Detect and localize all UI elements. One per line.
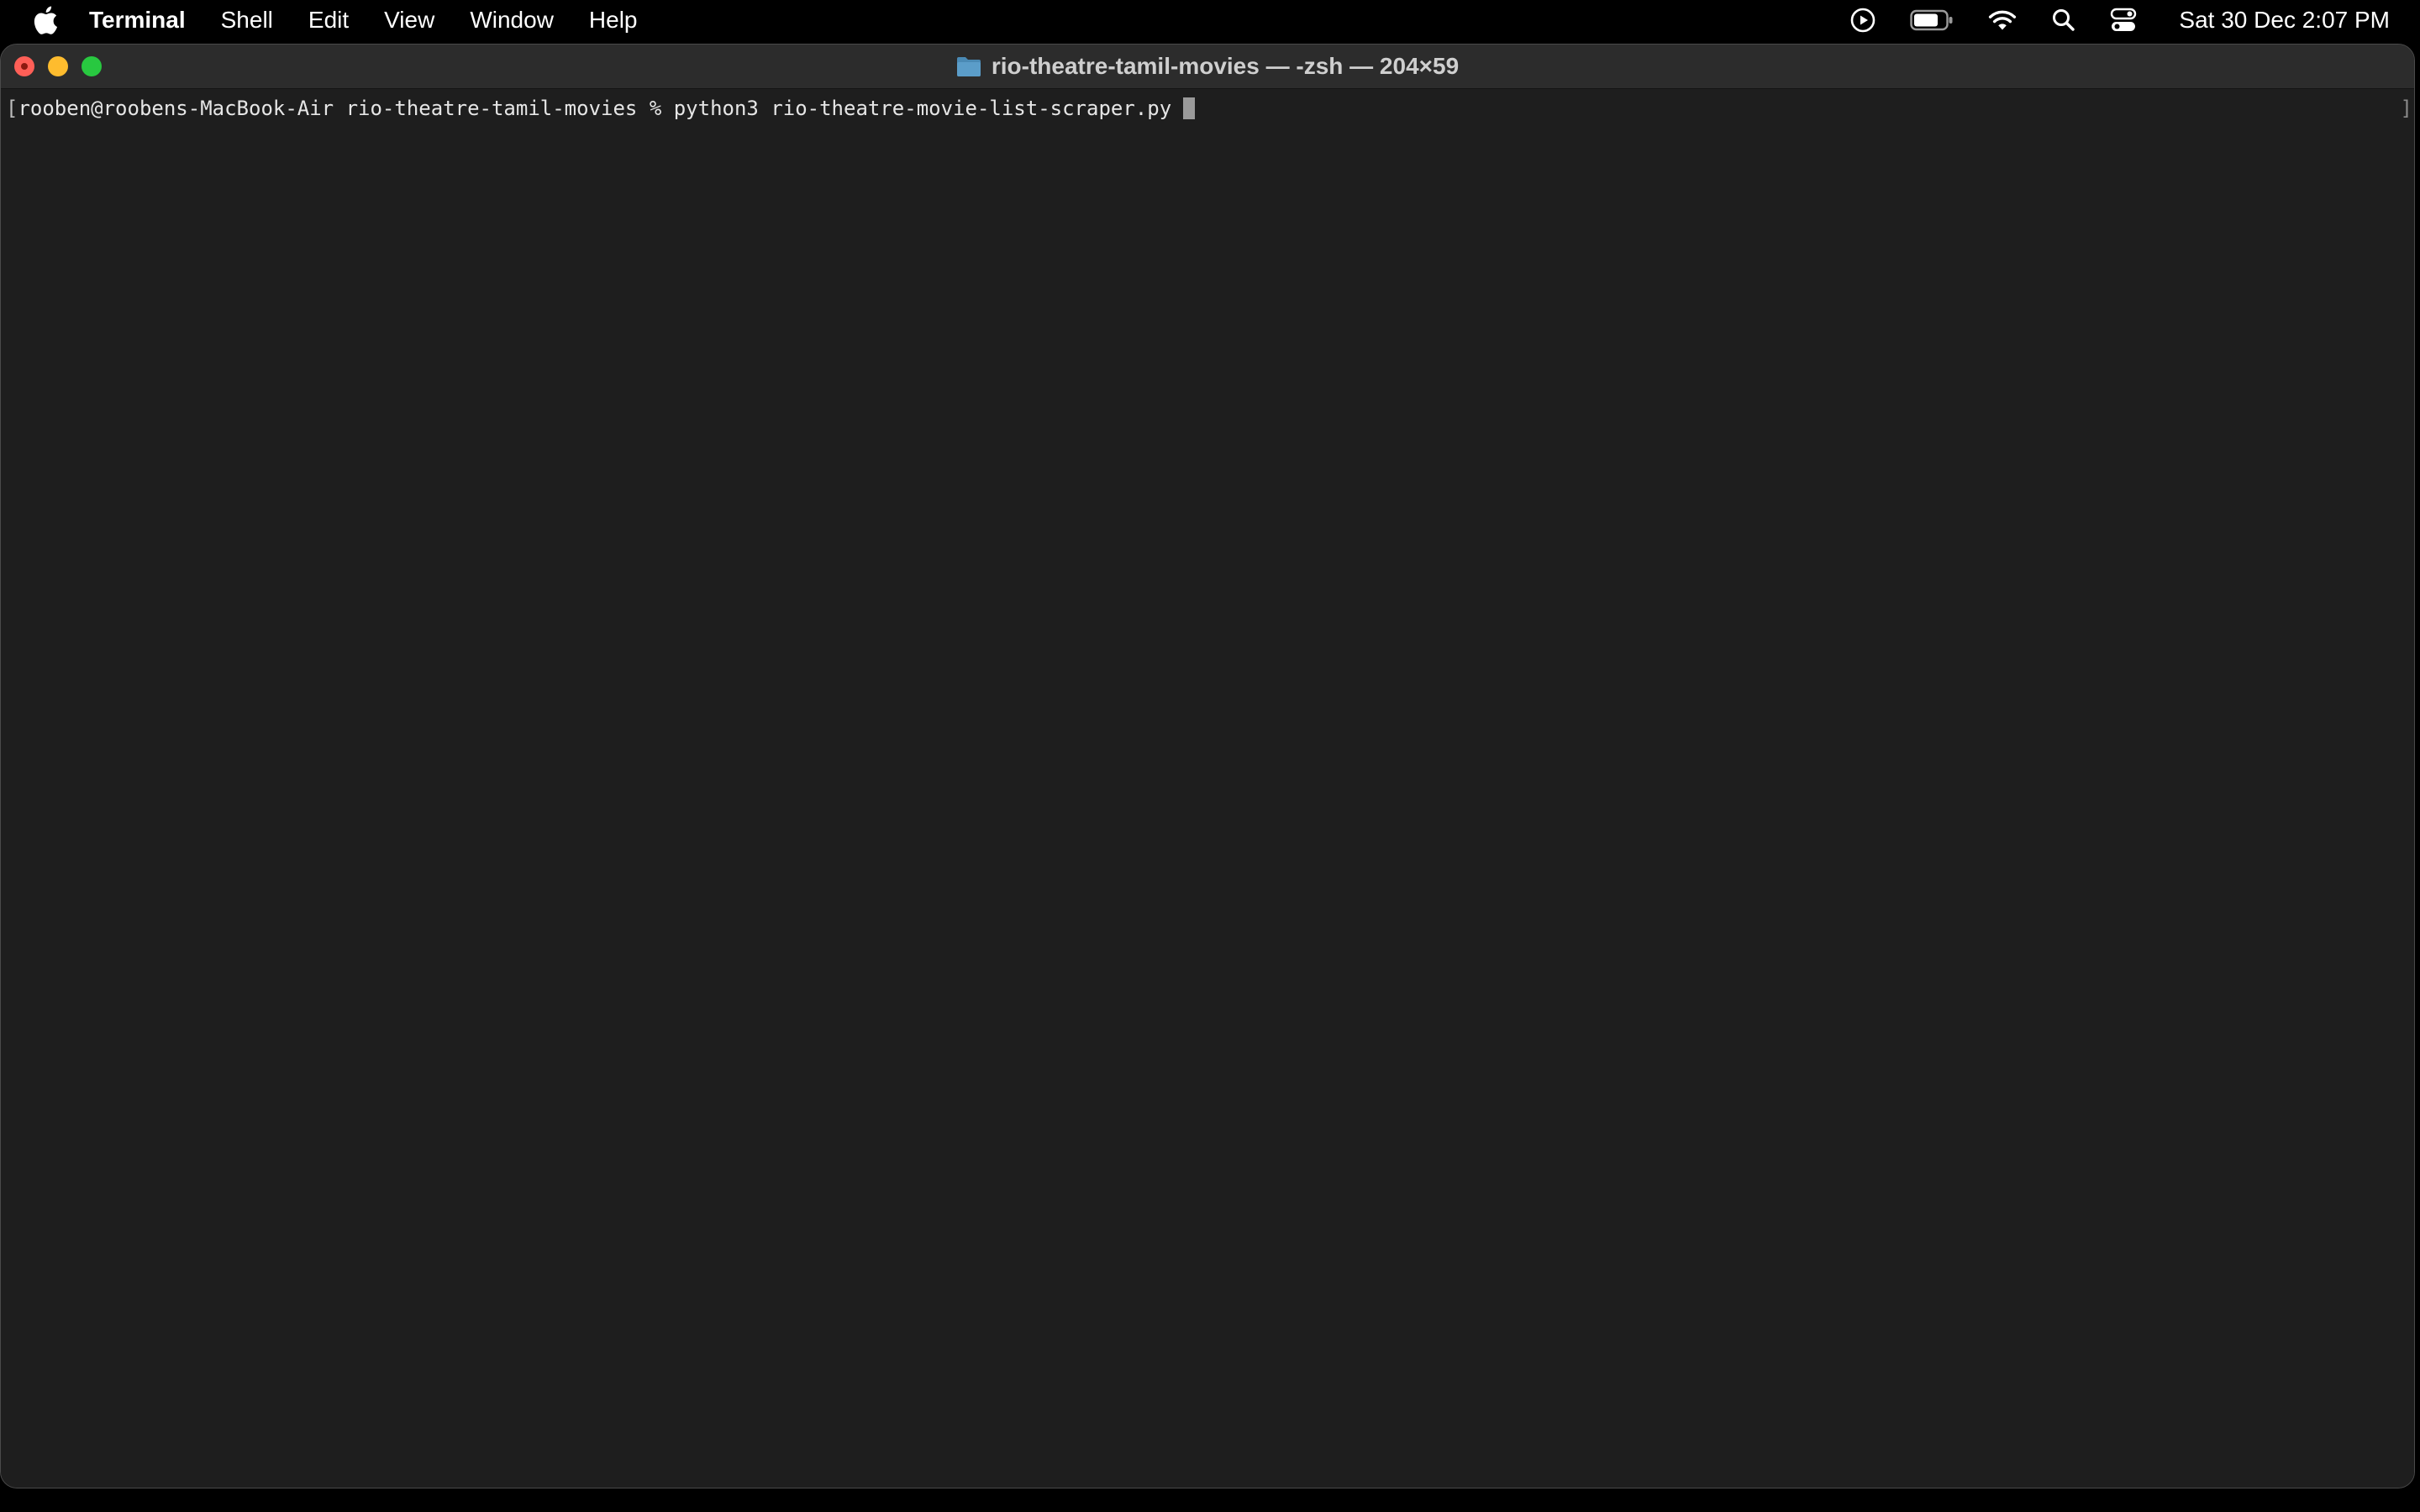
terminal-line: [rooben@roobens-MacBook-Air rio-theatre-… [6, 96, 2409, 121]
window-title: rio-theatre-tamil-movies — -zsh — 204×59 [991, 53, 1460, 79]
shell-prompt: rooben@roobens-MacBook-Air rio-theatre-t… [18, 97, 674, 120]
typed-command: python3 rio-theatre-movie-list-scraper.p… [673, 97, 1172, 120]
menu-bar: Terminal Shell Edit View Window Help Sat… [0, 0, 2420, 40]
minimize-button[interactable] [48, 56, 68, 76]
menu-window[interactable]: Window [470, 7, 554, 34]
apple-logo-icon[interactable] [32, 5, 59, 35]
battery-icon[interactable] [1910, 0, 1954, 40]
menu-bar-clock[interactable]: Sat 30 Dec 2:07 PM [2179, 7, 2390, 34]
search-icon[interactable] [2051, 0, 2076, 40]
right-edge-bracket: ] [2400, 97, 2412, 120]
zoom-button[interactable] [82, 56, 102, 76]
traffic-lights [14, 56, 115, 76]
menu-bar-right: Sat 30 Dec 2:07 PM [1816, 0, 2390, 40]
menu-edit[interactable]: Edit [308, 7, 349, 34]
folder-icon [956, 55, 981, 77]
prompt-bracket: [ [6, 97, 18, 120]
menu-app-terminal[interactable]: Terminal [89, 7, 186, 34]
close-button[interactable] [14, 56, 34, 76]
wifi-icon[interactable] [1987, 0, 2018, 40]
menu-shell[interactable]: Shell [221, 7, 273, 34]
menu-bar-left: Terminal Shell Edit View Window Help [0, 0, 673, 40]
menu-view[interactable]: View [384, 7, 434, 34]
terminal-window: rio-theatre-tamil-movies — -zsh — 204×59… [0, 44, 2415, 1488]
window-title-wrap: rio-theatre-tamil-movies — -zsh — 204×59 [1, 45, 2414, 88]
menu-help[interactable]: Help [589, 7, 638, 34]
control-center-icon[interactable] [2110, 0, 2137, 40]
text-cursor [1183, 97, 1196, 119]
terminal-content[interactable]: [rooben@roobens-MacBook-Air rio-theatre-… [1, 89, 2414, 1488]
play-circle-icon[interactable] [1849, 0, 1876, 40]
window-titlebar[interactable]: rio-theatre-tamil-movies — -zsh — 204×59 [1, 45, 2414, 89]
